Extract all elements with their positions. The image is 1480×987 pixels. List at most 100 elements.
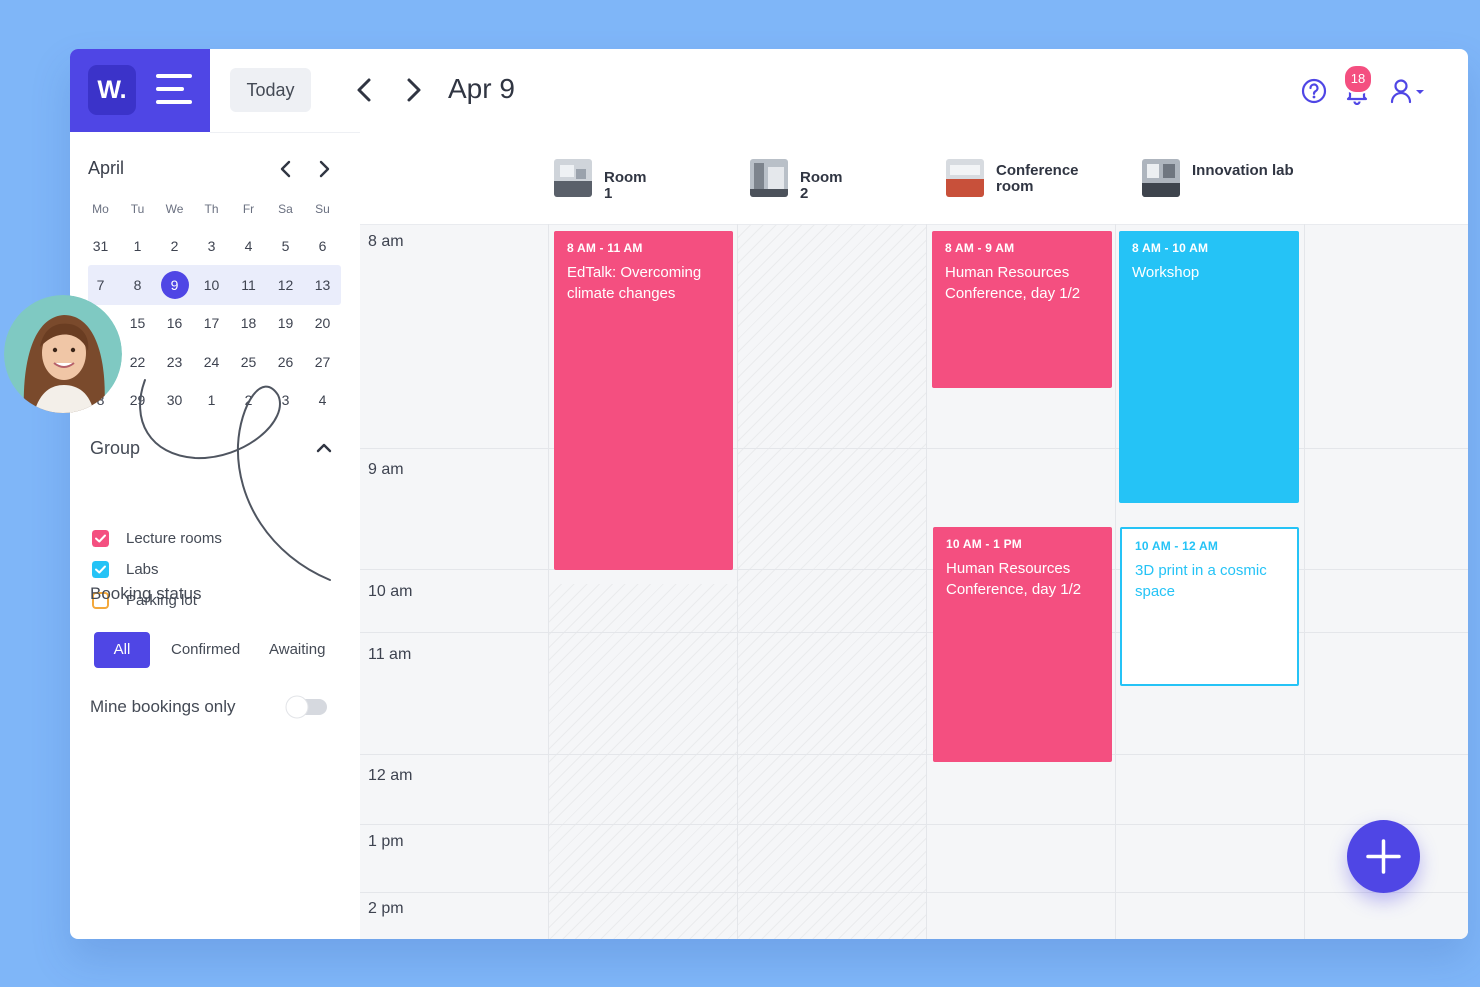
hour-divider [360,569,1468,570]
hour-divider [360,892,1468,893]
add-booking-button[interactable] [1347,820,1420,893]
hour-divider [360,754,1468,755]
calendar-day[interactable]: 2 [230,386,267,414]
app-window: W. Today Apr 9 18 April Mo Tu We Th Fr S… [70,49,1468,939]
app-logo[interactable]: W. [88,65,136,115]
event-card[interactable]: 10 AM - 12 AM 3D print in a cosmic space [1120,527,1299,686]
calendar-day[interactable]: 3 [193,232,230,260]
innovation-lab-thumbnail-icon [1142,159,1180,197]
collapse-group-icon[interactable] [314,438,334,458]
calendar-day[interactable]: 19 [267,309,304,337]
calendar-day[interactable]: 31 [82,232,119,260]
calendar-day[interactable]: 12 [267,271,304,299]
weekday-label: Mo [92,202,109,216]
hour-divider [360,448,1468,449]
event-card[interactable]: 8 AM - 11 AM EdTalk: Overcoming climate … [554,231,733,570]
calendar-day[interactable]: 27 [304,348,341,376]
column-divider [737,224,738,939]
calendar-day-selected[interactable]: 9 [156,271,193,299]
unavailable-area [548,584,737,939]
group-filter-title: Group [90,438,141,458]
time-label: 11 am [368,646,412,663]
menu-icon[interactable] [156,74,192,106]
labs-checkbox[interactable] [92,561,109,578]
weekday-label: Su [315,202,330,216]
lecture-rooms-label: Lecture rooms [126,530,222,547]
time-label: 2 pm [368,900,404,917]
event-card[interactable]: 8 AM - 10 AM Workshop [1119,231,1299,503]
calendar-day[interactable]: 6 [304,232,341,260]
calendar-day[interactable]: 16 [156,309,193,337]
event-card[interactable]: 10 AM - 1 PM Human Resources Conference,… [933,527,1112,762]
previous-day-icon[interactable] [350,75,380,105]
calendar-day[interactable]: 1 [119,232,156,260]
room-column-header[interactable]: Conference room [946,159,1116,197]
status-confirmed-button[interactable]: Confirmed [171,632,240,668]
weekday-label: Fr [242,202,255,216]
event-title: 3D print in a cosmic space [1135,562,1267,600]
calendar-day[interactable]: 4 [304,386,341,414]
calendar-day[interactable]: 29 [119,386,156,414]
room-1-thumbnail-icon [554,159,592,197]
room-name: Innovation lab [1192,162,1294,179]
sidebar: April Mo Tu We Th Fr Sa Su 31 1 2 3 4 5 … [70,132,361,939]
help-icon[interactable] [1301,78,1327,104]
event-card[interactable]: 8 AM - 9 AM Human Resources Conference, … [932,231,1112,388]
calendar-day[interactable]: 11 [230,271,267,299]
lecture-rooms-checkbox[interactable] [92,530,109,547]
calendar-day[interactable]: 18 [230,309,267,337]
conference-room-thumbnail-icon [946,159,984,197]
notification-badge: 18 [1343,64,1373,94]
room-column-header[interactable]: Innovation lab [1142,159,1312,197]
event-time: 10 AM - 12 AM [1135,539,1219,553]
brand-block: W. [70,49,210,132]
calendar-day[interactable]: 23 [156,348,193,376]
calendar-day[interactable]: 4 [230,232,267,260]
event-title: Human Resources Conference, day 1/2 [946,560,1082,598]
top-bar: Today Apr 9 [210,49,1468,133]
calendar-day[interactable]: 17 [193,309,230,337]
weekday-label: Sa [278,202,293,216]
event-time: 8 AM - 9 AM [945,241,1015,255]
booking-status-title: Booking status [90,584,202,603]
time-label: 12 am [368,767,413,784]
time-label: 8 am [368,233,404,250]
labs-label: Labs [126,561,159,578]
calendar-day[interactable]: 24 [193,348,230,376]
calendar-day[interactable]: 13 [304,271,341,299]
calendar-day[interactable]: 1 [193,386,230,414]
next-month-icon[interactable] [313,158,335,180]
previous-month-icon[interactable] [275,158,297,180]
event-time: 8 AM - 11 AM [567,241,643,255]
weekday-label: Tu [130,202,145,216]
calendar-day[interactable]: 26 [267,348,304,376]
time-label: 1 pm [368,833,404,850]
event-title: EdTalk: Overcoming climate changes [567,264,702,302]
today-button[interactable]: Today [230,68,311,112]
status-awaiting-button[interactable]: Awaiting [269,632,325,668]
calendar-day[interactable]: 25 [230,348,267,376]
user-menu-icon[interactable] [1390,78,1430,104]
calendar-day[interactable]: 7 [82,271,119,299]
room-name: Room 2 [800,169,843,202]
calendar-day[interactable]: 15 [119,309,156,337]
calendar-day[interactable]: 3 [267,386,304,414]
event-time: 8 AM - 10 AM [1132,241,1209,255]
calendar-day[interactable]: 20 [304,309,341,337]
calendar-day[interactable]: 8 [119,271,156,299]
weekday-label: Th [204,202,219,216]
calendar-day[interactable]: 5 [267,232,304,260]
column-divider [1115,224,1116,939]
next-day-icon[interactable] [398,75,428,105]
calendar-day[interactable]: 30 [156,386,193,414]
status-all-button[interactable]: All [94,632,150,668]
calendar-day[interactable]: 2 [156,232,193,260]
calendar-day[interactable]: 10 [193,271,230,299]
mini-calendar-month: April [88,158,125,178]
calendar-day[interactable]: 22 [119,348,156,376]
event-title: Workshop [1132,264,1200,281]
room-header-row: Room 1 Room 2 Conference room Innovation… [360,132,1468,225]
mine-bookings-toggle[interactable] [284,694,330,720]
unavailable-area [738,224,926,939]
time-label: 10 am [368,583,413,600]
